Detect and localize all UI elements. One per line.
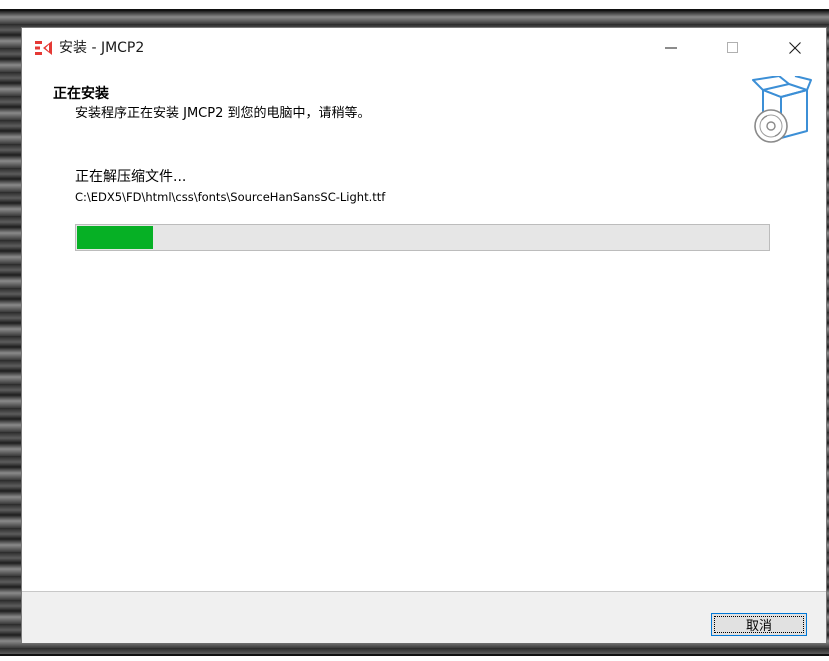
screen-top-edge bbox=[0, 0, 829, 11]
minimize-icon bbox=[665, 39, 677, 58]
installer-window: 安装 - JMCP2 正在安装 安装程序正在安装 JMCP2 到您的电脑中，请稍… bbox=[22, 28, 826, 643]
focus-ring bbox=[714, 616, 804, 633]
screen-bottom-edge bbox=[0, 654, 829, 661]
close-icon bbox=[789, 39, 801, 58]
progress-bar-fill bbox=[77, 226, 153, 249]
cancel-button[interactable]: 取消 bbox=[711, 613, 807, 636]
window-title: 安装 - JMCP2 bbox=[59, 40, 145, 56]
install-box-icon bbox=[749, 75, 813, 146]
wizard-header: 正在安装 安装程序正在安装 JMCP2 到您的电脑中，请稍等。 bbox=[22, 68, 826, 158]
maximize-button[interactable] bbox=[710, 28, 756, 68]
page-subtitle: 安装程序正在安装 JMCP2 到您的电脑中，请稍等。 bbox=[75, 106, 371, 121]
minimize-button[interactable] bbox=[648, 28, 694, 68]
page-title: 正在安装 bbox=[53, 86, 109, 102]
title-bar[interactable]: 安装 - JMCP2 bbox=[22, 28, 826, 68]
current-file-path: C:\EDX5\FD\html\css\fonts\SourceHanSansS… bbox=[75, 190, 386, 204]
progress-status: 正在解压缩文件... bbox=[75, 169, 187, 185]
app-logo-icon bbox=[35, 40, 53, 56]
maximize-icon bbox=[727, 39, 739, 58]
close-button[interactable] bbox=[772, 28, 818, 68]
wizard-footer: 取消 bbox=[22, 591, 826, 643]
progress-bar bbox=[75, 224, 770, 251]
